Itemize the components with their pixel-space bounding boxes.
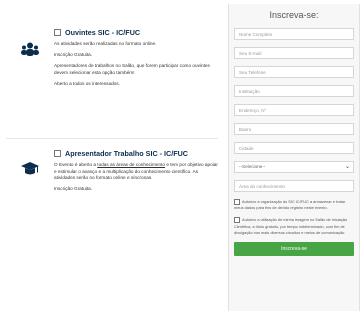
section-checkbox[interactable] bbox=[54, 150, 61, 157]
section-checkbox[interactable] bbox=[54, 29, 61, 36]
paragraph-open: Aberto a todos os interessados. bbox=[54, 80, 120, 86]
consent-data[interactable]: Autorizo a organização do SIC IC/FUC a a… bbox=[234, 199, 354, 211]
email-input[interactable]: Seu E-mail bbox=[234, 47, 354, 59]
consent-data-text: Autorizo a organização do SIC IC/FUC a a… bbox=[234, 199, 346, 211]
paragraph-presenters: Apresentadores de trabalhos no Salão, qu… bbox=[54, 63, 210, 75]
form-title: Inscreva-se: bbox=[269, 10, 319, 20]
paragraph-event-description: O Evento é aberto a todas as áreas de co… bbox=[54, 162, 218, 182]
knowledge-area-input[interactable]: Área do conhecimento bbox=[234, 180, 354, 192]
registration-form: Inscreva-se: Nome Completo Seu E-mail Se… bbox=[228, 4, 360, 311]
submit-button[interactable]: Inscreva-se bbox=[234, 242, 354, 257]
paragraph-prefix: O Evento é aberto a bbox=[54, 162, 98, 167]
paragraph-online: As atividades serão realizadas no format… bbox=[54, 41, 157, 46]
institution-input[interactable]: Instituição bbox=[234, 85, 354, 97]
consent-image-text: Autorizo a utilização de minha imagem no… bbox=[234, 217, 348, 235]
top-strip bbox=[0, 0, 362, 3]
section-title-text[interactable]: Ouvintes SIC - IC/FUC bbox=[65, 28, 140, 37]
city-input[interactable]: Cidade bbox=[234, 142, 354, 154]
consent-image-checkbox[interactable] bbox=[234, 217, 240, 224]
name-input[interactable]: Nome Completo bbox=[234, 28, 354, 40]
option-select[interactable]: --Selecione-- ⌄ bbox=[234, 161, 354, 173]
graduation-cap-icon bbox=[21, 162, 39, 175]
neighborhood-input[interactable]: Bairro bbox=[234, 123, 354, 135]
group-users-icon bbox=[21, 42, 39, 56]
consent-image[interactable]: Autorizo a utilização de minha imagem no… bbox=[234, 217, 354, 236]
paragraph-free: Inscrição Gratuita. bbox=[54, 52, 93, 58]
consent-data-checkbox[interactable] bbox=[234, 199, 240, 205]
left-content: Ouvintes SIC - IC/FUC As atividades serã… bbox=[6, 14, 218, 197]
chevron-down-icon: ⌄ bbox=[344, 164, 350, 170]
address-input[interactable]: Endereço, N° bbox=[234, 104, 354, 116]
select-value: --Selecione-- bbox=[239, 164, 266, 169]
phone-input[interactable]: Seu Telefone bbox=[234, 66, 354, 78]
section-title-text[interactable]: Apresentador Trabalho SIC - IC/FUC bbox=[65, 149, 188, 158]
section-title[interactable]: Ouvintes SIC - IC/FUC bbox=[54, 28, 218, 37]
section-title[interactable]: Apresentador Trabalho SIC - IC/FUC bbox=[54, 149, 218, 158]
areas-link[interactable]: todas as áreas de conhecimento bbox=[97, 162, 165, 167]
paragraph-free: Inscrição Gratuita. bbox=[54, 186, 93, 192]
section-apresentador: Apresentador Trabalho SIC - IC/FUC O Eve… bbox=[6, 149, 218, 193]
section-ouvintes: Ouvintes SIC - IC/FUC As atividades serã… bbox=[6, 28, 218, 139]
